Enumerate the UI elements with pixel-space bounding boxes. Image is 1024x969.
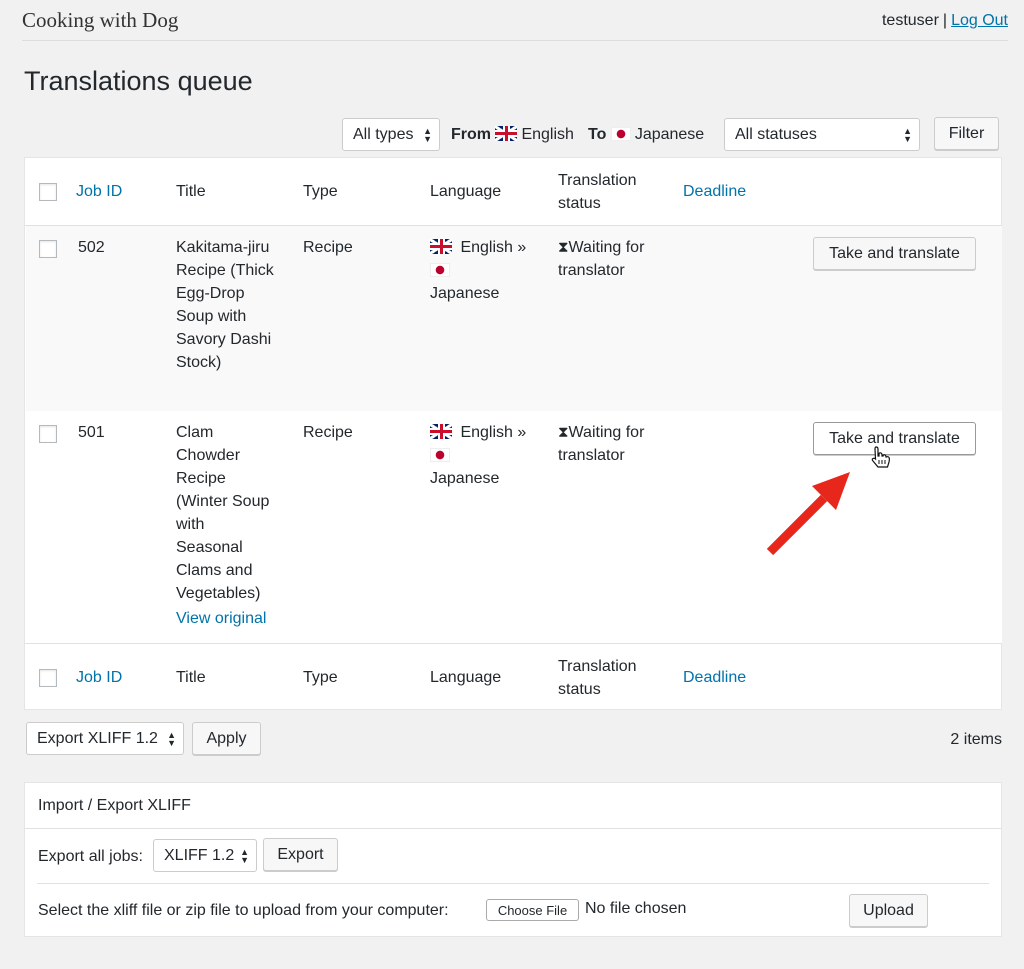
apply-button[interactable]: Apply — [192, 722, 261, 755]
status-filter-select[interactable]: All statuses ▲ ▼ — [724, 118, 920, 151]
hourglass-icon: ⧗ — [558, 239, 569, 256]
column-status-line2: status — [558, 195, 601, 212]
type-filter-value: All types — [353, 125, 414, 143]
select-all-footer-checkbox[interactable] — [39, 669, 57, 687]
footer-divider — [25, 643, 1001, 644]
type-filter-select[interactable]: All types ▲ ▼ — [342, 118, 440, 151]
upload-button[interactable]: Upload — [849, 894, 928, 927]
row-job-id: 501 — [78, 424, 105, 441]
from-language-filter[interactable]: From English — [451, 126, 574, 144]
table-row: 502 Kakitama-jiru Recipe (Thick Egg-Drop… — [26, 226, 1002, 411]
panel-header-divider — [25, 828, 1001, 829]
footer-column-type: Type — [303, 669, 338, 686]
row-checkbox[interactable] — [39, 425, 57, 443]
bulk-action-value: Export XLIFF 1.2 — [37, 729, 158, 747]
footer-column-translation-status: Translation status — [558, 658, 637, 698]
header-divider — [22, 40, 1008, 41]
logout-link[interactable]: Log Out — [951, 12, 1008, 29]
items-count: 2 items — [950, 731, 1002, 748]
footer-column-job-id[interactable]: Job ID — [76, 666, 122, 689]
column-job-id[interactable]: Job ID — [76, 180, 122, 203]
status-filter-value: All statuses — [735, 125, 817, 143]
row-checkbox[interactable] — [39, 240, 57, 258]
japan-flag-icon — [610, 127, 631, 141]
filter-button[interactable]: Filter — [934, 117, 999, 150]
export-button[interactable]: Export — [263, 838, 338, 871]
take-and-translate-button[interactable]: Take and translate — [813, 422, 976, 455]
row-status: ⧗Waiting for translator — [558, 424, 645, 464]
uk-flag-icon — [430, 424, 452, 439]
export-format-select[interactable]: XLIFF 1.2 ▲ ▼ — [153, 839, 257, 872]
from-label: From — [451, 126, 491, 143]
row-type: Recipe — [303, 239, 353, 256]
row-job-id: 502 — [78, 239, 105, 256]
import-export-title: Import / Export XLIFF — [38, 797, 191, 814]
select-arrows-icon: ▲ ▼ — [167, 729, 176, 748]
page-title: Translations queue — [24, 66, 253, 96]
row-type: Recipe — [303, 424, 353, 441]
footer-column-deadline[interactable]: Deadline — [683, 666, 746, 689]
no-file-chosen-text: No file chosen — [585, 900, 687, 917]
column-translation-status: Translation status — [558, 169, 637, 215]
jobs-table: Job ID Title Type Language Translation s… — [24, 157, 1002, 710]
footer-column-language: Language — [430, 669, 502, 686]
row-title: Clam Chowder Recipe (Winter Soup with Se… — [176, 421, 269, 630]
select-arrows-icon: ▲ ▼ — [903, 125, 912, 144]
japan-flag-icon — [430, 448, 450, 462]
japan-flag-icon — [430, 263, 450, 277]
panel-divider — [37, 883, 989, 884]
row-language: English » Japanese — [430, 424, 527, 487]
to-language-filter[interactable]: To Japanese — [588, 126, 704, 144]
footer-column-title: Title — [176, 669, 206, 686]
hand-cursor-icon — [871, 446, 890, 468]
uk-flag-icon — [430, 239, 452, 254]
select-arrows-icon: ▲ ▼ — [423, 125, 432, 144]
uk-flag-icon — [495, 126, 518, 141]
to-label: To — [588, 126, 607, 143]
upload-label: Select the xliff file or zip file to upl… — [38, 902, 449, 919]
column-language: Language — [430, 183, 502, 200]
from-language: English — [521, 126, 574, 143]
bulk-action-select[interactable]: Export XLIFF 1.2 ▲ ▼ — [26, 722, 184, 755]
site-title: Cooking with Dog — [22, 8, 179, 32]
import-export-panel: Import / Export XLIFF Export all jobs: X… — [24, 782, 1002, 937]
user-separator: | — [942, 12, 948, 29]
column-type: Type — [303, 183, 338, 200]
hourglass-icon: ⧗ — [558, 424, 569, 441]
select-all-checkbox[interactable] — [39, 183, 57, 201]
take-and-translate-button[interactable]: Take and translate — [813, 237, 976, 270]
username: testuser — [881, 12, 939, 29]
select-arrows-icon: ▲ ▼ — [240, 846, 249, 865]
export-all-label: Export all jobs: — [38, 848, 143, 865]
column-status-line1: Translation — [558, 172, 637, 189]
column-title: Title — [176, 183, 206, 200]
choose-file-button[interactable]: Choose File — [486, 899, 579, 921]
user-area: testuser | Log Out — [882, 12, 1008, 30]
row-title: Kakitama-jiru Recipe (Thick Egg-Drop Sou… — [176, 239, 274, 371]
export-format-value: XLIFF 1.2 — [164, 846, 235, 864]
view-original-link[interactable]: View original — [176, 607, 269, 630]
row-language: English » Japanese — [430, 239, 527, 302]
annotation-arrow-icon — [766, 472, 850, 556]
column-deadline[interactable]: Deadline — [683, 180, 746, 203]
row-status: ⧗Waiting for translator — [558, 239, 645, 279]
to-language: Japanese — [634, 126, 705, 143]
